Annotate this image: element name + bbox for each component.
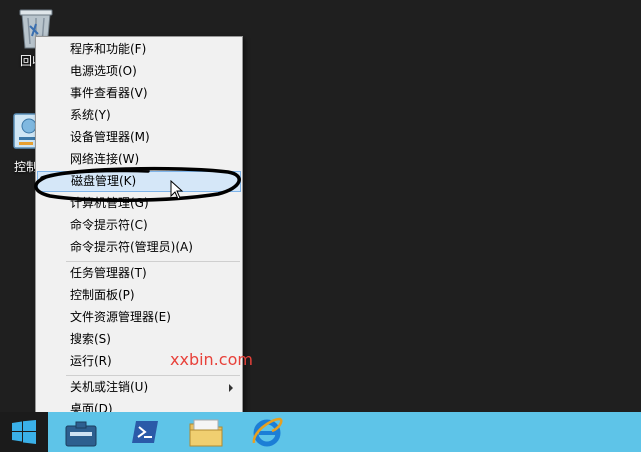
taskbar-powershell[interactable] bbox=[118, 412, 174, 452]
menu-item-file-explorer[interactable]: 文件资源管理器(E) bbox=[37, 307, 241, 328]
menu-item-shutdown-signout[interactable]: 关机或注销(U) bbox=[37, 377, 241, 398]
menu-item-disk-management[interactable]: 磁盘管理(K) bbox=[37, 171, 241, 192]
taskbar bbox=[0, 412, 641, 452]
menu-item-programs-features[interactable]: 程序和功能(F) bbox=[37, 39, 241, 60]
menu-item-label: 关机或注销(U) bbox=[70, 380, 149, 394]
menu-item-power-options[interactable]: 电源选项(O) bbox=[37, 61, 241, 82]
start-button[interactable] bbox=[0, 412, 48, 452]
server-manager-icon bbox=[65, 421, 97, 447]
windows-logo-icon bbox=[12, 420, 36, 444]
powershell-icon bbox=[132, 421, 158, 443]
desktop-icon-recycle-bin[interactable]: 回收站 bbox=[0, 2, 56, 74]
desktop-icon-control-panel[interactable]: 控制面板 bbox=[0, 112, 62, 182]
menu-separator bbox=[66, 261, 240, 262]
submenu-arrow-icon bbox=[229, 384, 233, 392]
menu-separator bbox=[66, 375, 240, 376]
taskbar-server-manager[interactable] bbox=[54, 412, 110, 452]
watermark-text: xxbin.com bbox=[170, 350, 253, 369]
menu-item-search[interactable]: 搜索(S) bbox=[37, 329, 241, 350]
menu-item-command-prompt[interactable]: 命令提示符(C) bbox=[37, 215, 241, 236]
menu-item-event-viewer[interactable]: 事件查看器(V) bbox=[37, 83, 241, 104]
internet-explorer-icon bbox=[252, 417, 283, 447]
menu-item-command-prompt-admin[interactable]: 命令提示符(管理员)(A) bbox=[37, 237, 241, 258]
menu-item-task-manager[interactable]: 任务管理器(T) bbox=[37, 263, 241, 284]
taskbar-file-explorer[interactable] bbox=[178, 412, 234, 452]
menu-item-control-panel[interactable]: 控制面板(P) bbox=[37, 285, 241, 306]
menu-item-system[interactable]: 系统(Y) bbox=[37, 105, 241, 126]
file-explorer-icon bbox=[189, 419, 223, 447]
menu-item-device-manager[interactable]: 设备管理器(M) bbox=[37, 127, 241, 148]
taskbar-internet-explorer[interactable] bbox=[240, 412, 296, 452]
menu-item-network-connections[interactable]: 网络连接(W) bbox=[37, 149, 241, 170]
menu-item-computer-management[interactable]: 计算机管理(G) bbox=[37, 193, 241, 214]
mouse-cursor-icon bbox=[170, 180, 184, 200]
